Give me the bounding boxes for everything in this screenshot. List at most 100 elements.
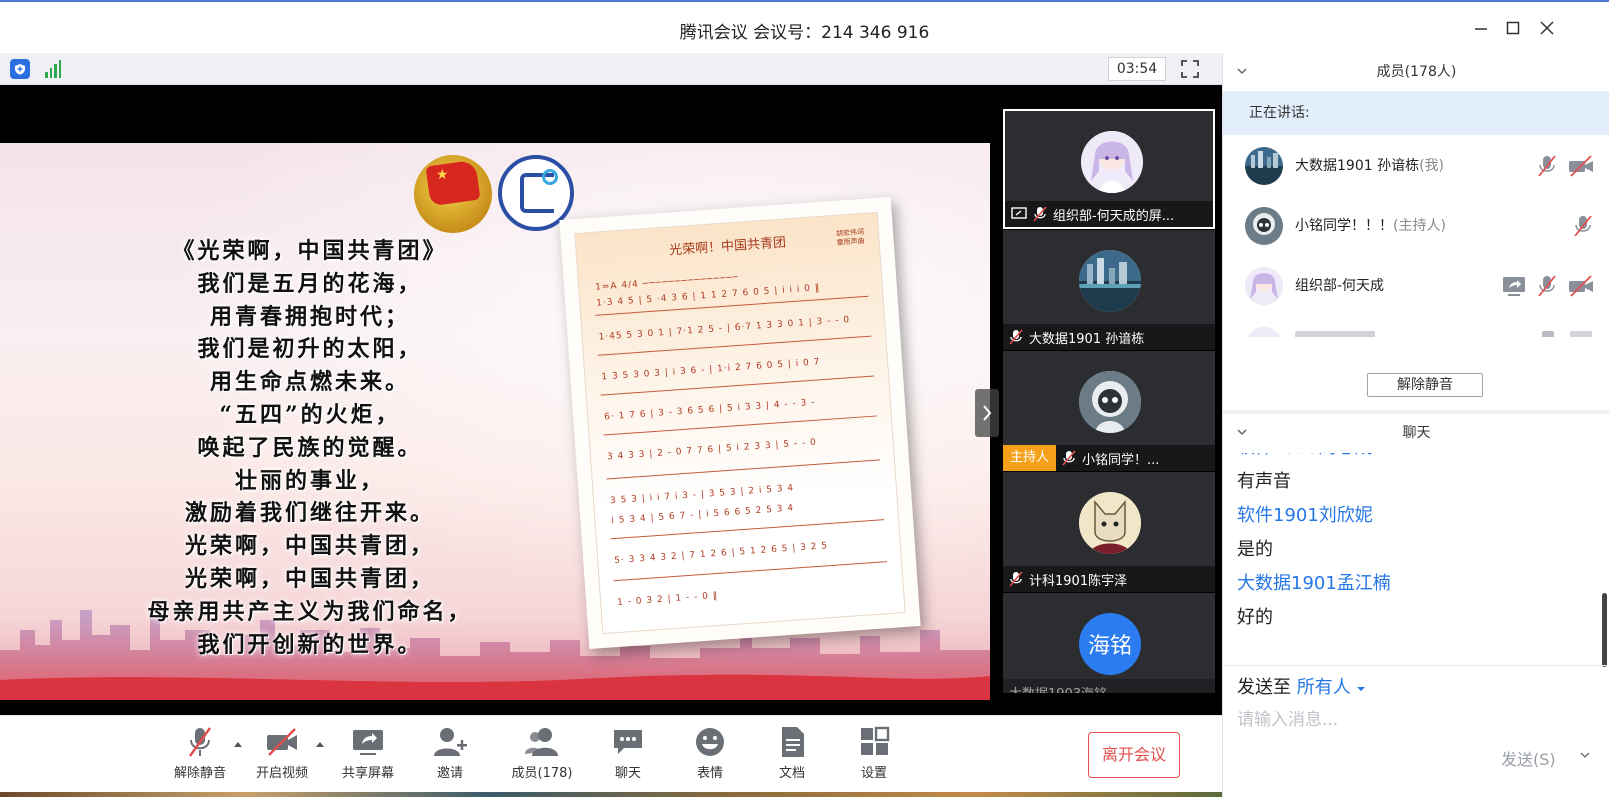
- participant-label: 主持人 小铭同学！...: [1003, 445, 1215, 471]
- mic-muted-icon: [1033, 206, 1047, 222]
- participant-avatar: 海铭: [1079, 613, 1141, 675]
- send-options-caret-icon[interactable]: [1579, 749, 1591, 761]
- chevron-down-icon[interactable]: [1237, 67, 1247, 75]
- video-options-caret-icon[interactable]: [315, 740, 325, 748]
- chat-input[interactable]: 请输入消息...: [1237, 705, 1338, 730]
- members-icon: [525, 728, 558, 756]
- sheet-music-credits: 胡宏伟词 雷雨声曲: [835, 227, 865, 247]
- chat-messages: 软件1903周心成 有声音 软件1901刘欣妮 是的 大数据1901孟江楠 好的: [1223, 453, 1609, 663]
- meeting-toolbar: 解除静音 开启视频 共享屏幕 邀请 成员(178) 聊天 表情 文档 设置 离开…: [0, 715, 1222, 797]
- send-button[interactable]: 发送(S): [1501, 746, 1556, 770]
- side-panel: 成员(178人) 正在讲话: 大数据1901 孙谙栋(我) 小铭同学！！！(主持…: [1222, 53, 1609, 797]
- add-person-icon: [434, 728, 467, 756]
- participant-avatar: [1079, 371, 1141, 433]
- host-badge: 主持人: [1003, 445, 1057, 471]
- member-name: 组织部-何天成: [1295, 278, 1385, 294]
- participant-avatar: [1081, 131, 1143, 193]
- reactions-button[interactable]: 表情: [674, 726, 746, 790]
- sheet-music-title: 光荣啊！中国共青团: [668, 235, 787, 259]
- participant-tile[interactable]: 主持人 小铭同学！...: [1003, 351, 1215, 471]
- expand-gallery-arrow[interactable]: [975, 389, 999, 437]
- shared-screen-slide: ★ 《光荣啊，中国共青团》 我们是五月的花海， 用青春拥抱时代； 我们是初升的太…: [0, 143, 990, 700]
- camera-off-icon[interactable]: [1568, 155, 1594, 177]
- mic-muted-icon: [1062, 450, 1076, 466]
- participant-label: 计科1901陈宇泽: [1003, 566, 1215, 592]
- send-to-selector[interactable]: 发送至 所有人: [1237, 673, 1366, 699]
- participant-tile[interactable]: 海铭 大数据1903海铭: [1003, 593, 1215, 693]
- leave-meeting-button[interactable]: 离开会议: [1088, 732, 1180, 778]
- chat-bubble-icon: [614, 730, 642, 754]
- video-status-bar: 03:54: [0, 53, 1222, 85]
- member-name: 小铭同学！！！(主持人): [1295, 218, 1446, 234]
- security-shield-icon[interactable]: [10, 59, 30, 79]
- member-row[interactable]: 小铭同学！！！(主持人): [1223, 195, 1609, 257]
- desktop-taskbar-strip: [0, 792, 1222, 797]
- member-avatar: [1245, 207, 1283, 245]
- share-screen-icon: [353, 730, 383, 755]
- participant-label: 大数据1903海铭: [1003, 679, 1215, 693]
- screen-share-icon: [1011, 207, 1027, 221]
- chevron-down-icon[interactable]: [1237, 428, 1247, 436]
- chat-message: 好的: [1237, 607, 1273, 628]
- document-icon: [782, 727, 804, 757]
- camera-off-icon[interactable]: [1568, 275, 1594, 297]
- smiley-icon: [696, 728, 724, 756]
- screen-share-icon[interactable]: [1502, 275, 1526, 297]
- chat-sender: 大数据1901孟江楠: [1237, 573, 1391, 594]
- video-stage: ★ 《光荣啊，中国共青团》 我们是五月的花海， 用青春拥抱时代； 我们是初升的太…: [0, 85, 1222, 715]
- unmute-button[interactable]: 解除静音: [164, 726, 236, 790]
- invite-button[interactable]: 邀请: [414, 726, 486, 790]
- mic-muted-icon[interactable]: [1536, 155, 1558, 177]
- fullscreen-icon[interactable]: [1180, 59, 1200, 79]
- signal-strength-icon[interactable]: [42, 58, 64, 80]
- chat-sender: 软件1901刘欣妮: [1237, 505, 1373, 526]
- chat-scrollbar[interactable]: [1602, 593, 1607, 667]
- chat-sender: 软件1903周心成: [1223, 453, 1609, 465]
- chat-panel-header[interactable]: 聊天: [1223, 414, 1609, 452]
- start-video-button[interactable]: 开启视频: [246, 726, 318, 790]
- participant-label: 组织部-何天成的屏...: [1005, 201, 1213, 227]
- poem-text: 《光荣啊，中国共青团》 我们是五月的花海， 用青春拥抱时代； 我们是初升的太阳，…: [147, 238, 473, 658]
- chat-message: 是的: [1237, 539, 1273, 560]
- member-row[interactable]: 组织部-何天成: [1223, 255, 1609, 317]
- member-avatar: [1245, 147, 1283, 185]
- title-bar: 腾讯会议 会议号：214 346 916: [0, 0, 1609, 53]
- chat-button[interactable]: 聊天: [592, 726, 664, 790]
- settings-button[interactable]: 设置: [838, 726, 910, 790]
- minimize-icon[interactable]: [1469, 16, 1493, 40]
- close-icon[interactable]: [1535, 16, 1559, 40]
- mic-muted-icon[interactable]: [1572, 215, 1594, 237]
- documents-button[interactable]: 文档: [756, 726, 828, 790]
- participant-tile[interactable]: 大数据1901 孙谙栋: [1003, 230, 1215, 350]
- mic-muted-icon: [1009, 329, 1023, 345]
- member-name: 大数据1901 孙谙栋(我): [1295, 158, 1445, 174]
- participant-tile[interactable]: 组织部-何天成的屏...: [1003, 109, 1215, 229]
- mic-muted-icon: [1009, 571, 1023, 587]
- settings-grid-icon: [861, 726, 890, 755]
- camera-off-icon: [267, 728, 297, 756]
- member-row[interactable]: 大数据1901 孙谙栋(我): [1223, 135, 1609, 197]
- mic-muted-icon: [189, 727, 211, 757]
- participant-tile[interactable]: 计科1901陈宇泽: [1003, 472, 1215, 592]
- window-title: 腾讯会议 会议号：214 346 916: [679, 23, 930, 43]
- participant-avatar: [1079, 250, 1141, 312]
- youth-league-emblem: ★: [414, 155, 492, 233]
- share-screen-button[interactable]: 共享屏幕: [332, 726, 404, 790]
- speaking-indicator: 正在讲话:: [1223, 91, 1609, 135]
- maximize-icon[interactable]: [1501, 16, 1525, 40]
- members-panel-header[interactable]: 成员(178人): [1223, 53, 1609, 91]
- caret-down-icon[interactable]: [1356, 685, 1366, 693]
- meeting-window: 腾讯会议 会议号：214 346 916 03:54 ★ 《光荣啊，中国共青团》…: [0, 0, 1609, 797]
- send-to-target[interactable]: 所有人: [1297, 677, 1351, 698]
- participant-label: 大数据1901 孙谙栋: [1003, 324, 1215, 350]
- chat-message: 有声音: [1237, 471, 1291, 492]
- audio-options-caret-icon[interactable]: [233, 740, 243, 748]
- unmute-all-button[interactable]: 解除静音: [1367, 373, 1483, 397]
- member-row-partial: [1223, 315, 1609, 337]
- participant-avatar: [1079, 492, 1141, 554]
- member-avatar: [1245, 267, 1283, 305]
- mic-muted-icon[interactable]: [1536, 275, 1558, 297]
- sheet-music-image: 光荣啊！中国共青团 胡宏伟词 雷雨声曲 1=A 4/4 ────────────…: [559, 196, 921, 650]
- meeting-timer: 03:54: [1108, 57, 1166, 81]
- members-button[interactable]: 成员(178): [506, 726, 578, 790]
